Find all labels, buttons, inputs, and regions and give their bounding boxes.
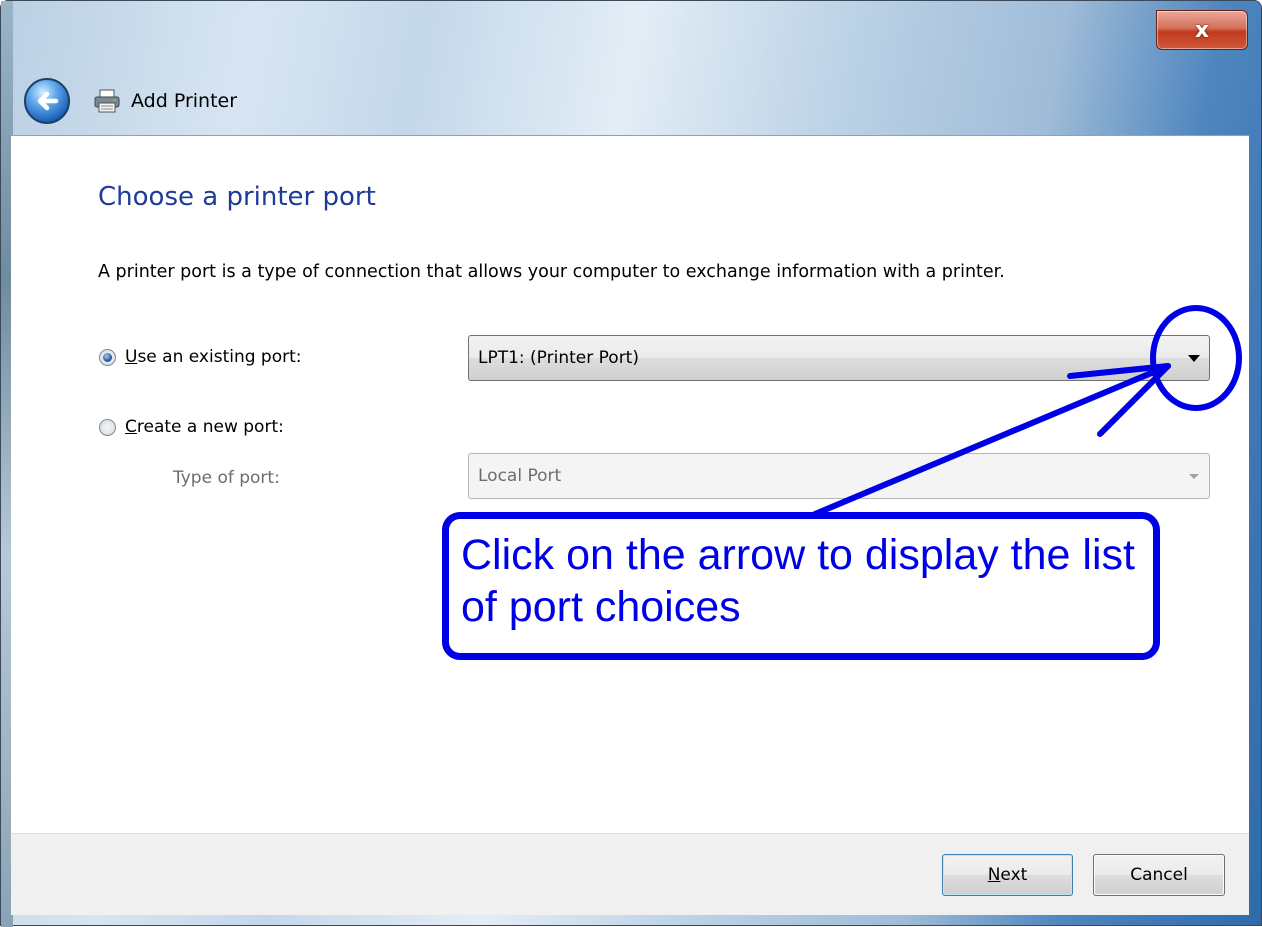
window-title: Add Printer bbox=[131, 90, 238, 112]
wizard-footer: Next Cancel bbox=[11, 833, 1249, 915]
create-port-label: Create a new port: bbox=[125, 417, 284, 437]
existing-port-value: LPT1: (Printer Port) bbox=[478, 348, 639, 368]
port-type-label: Type of port: bbox=[173, 468, 280, 488]
dropdown-arrow-disabled bbox=[1179, 471, 1209, 481]
next-button-label: Next bbox=[987, 865, 1028, 885]
back-arrow-icon bbox=[37, 91, 59, 111]
next-button[interactable]: Next bbox=[942, 854, 1073, 896]
dropdown-arrow[interactable] bbox=[1179, 353, 1209, 363]
existing-port-label: Use an existing port: bbox=[125, 347, 302, 367]
existing-port-radio[interactable]: Use an existing port: bbox=[99, 347, 302, 367]
port-type-value: Local Port bbox=[478, 466, 562, 486]
wizard-content: Choose a printer port A printer port is … bbox=[11, 135, 1249, 833]
page-heading: Choose a printer port bbox=[98, 182, 376, 212]
chevron-down-icon bbox=[1189, 474, 1199, 479]
chevron-down-icon bbox=[1188, 355, 1200, 362]
back-button[interactable] bbox=[24, 78, 70, 124]
annotation-callout: Click on the arrow to display the list o… bbox=[442, 512, 1160, 660]
existing-port-dropdown[interactable]: LPT1: (Printer Port) bbox=[468, 335, 1210, 381]
port-type-dropdown[interactable]: Local Port bbox=[468, 453, 1210, 499]
create-port-radio[interactable]: Create a new port: bbox=[99, 417, 284, 437]
close-button[interactable]: x bbox=[1156, 10, 1248, 50]
close-icon: x bbox=[1194, 17, 1210, 43]
page-description: A printer port is a type of connection t… bbox=[98, 262, 1005, 282]
radio-selected[interactable] bbox=[99, 348, 116, 366]
window-frame: x Add Printer Choose a printer port A pr… bbox=[0, 0, 1262, 927]
radio-dot bbox=[103, 352, 112, 362]
title-bar: Add Printer bbox=[93, 85, 237, 117]
cancel-button-label: Cancel bbox=[1130, 865, 1188, 885]
cancel-button[interactable]: Cancel bbox=[1093, 854, 1225, 896]
radio-unselected[interactable] bbox=[99, 418, 116, 436]
printer-icon bbox=[94, 89, 120, 113]
